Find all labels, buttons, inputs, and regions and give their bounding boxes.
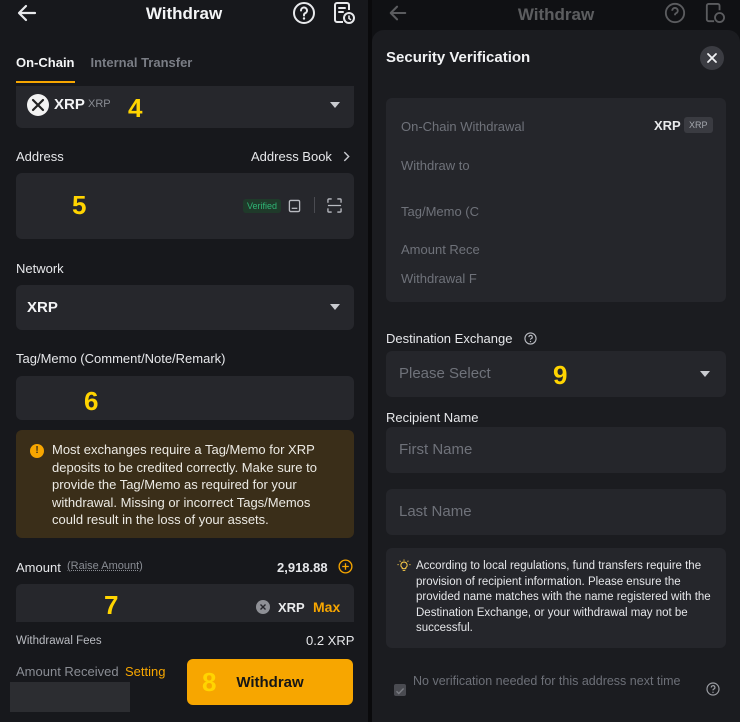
- marker-9: 9: [553, 360, 568, 390]
- marker-4: 4: [128, 93, 143, 123]
- marker-5: 5: [72, 190, 87, 220]
- history-record-icon[interactable]: [333, 1, 355, 25]
- withdrawal-fees-label: Withdrawal Fees: [16, 635, 102, 647]
- checkmark-icon: [396, 688, 405, 695]
- summary-coin: XRP: [654, 118, 681, 133]
- setting-link[interactable]: Setting: [125, 664, 165, 679]
- network-label: Network: [16, 261, 64, 276]
- network-selector[interactable]: XRP: [16, 285, 354, 330]
- withdraw-tabs: On-Chain Internal Transfer: [16, 55, 192, 83]
- scan-qr-icon[interactable]: [327, 198, 342, 213]
- chevron-down-icon: [330, 304, 340, 310]
- warning-text: Most exchanges require a Tag/Memo for XR…: [52, 442, 317, 527]
- tag-memo-input[interactable]: [16, 376, 354, 420]
- tag-memo-label: Tag/Memo (Comment/Note/Remark): [16, 351, 226, 366]
- no-verification-checkbox[interactable]: [394, 684, 406, 696]
- help-icon: [664, 2, 686, 24]
- marker-7: 7: [104, 590, 119, 620]
- tab-internal-transfer[interactable]: Internal Transfer: [91, 55, 193, 83]
- sheet-title: Security Verification: [386, 49, 531, 66]
- last-name-input[interactable]: Last Name: [386, 489, 726, 535]
- address-book-link[interactable]: Address Book: [251, 149, 332, 164]
- separator: [314, 197, 315, 213]
- tab-on-chain[interactable]: On-Chain: [16, 55, 75, 83]
- withdrawal-summary: On-Chain Withdrawal XRP XRP Withdraw to …: [386, 98, 726, 302]
- available-balance: 2,918.88: [277, 560, 328, 575]
- regulation-notice-text: According to local regulations, fund tra…: [416, 560, 711, 634]
- redacted-amount: [10, 682, 130, 712]
- lightbulb-icon: [397, 559, 411, 571]
- warning-icon: !: [30, 444, 44, 458]
- amount-unit: XRP: [278, 600, 305, 615]
- first-name-placeholder: First Name: [399, 441, 473, 458]
- xrp-logo-icon: [27, 94, 49, 116]
- help-icon[interactable]: [524, 332, 537, 345]
- address-book-icon[interactable]: [288, 199, 301, 213]
- recipient-name-label: Recipient Name: [386, 410, 479, 425]
- address-input[interactable]: Verified: [16, 173, 354, 239]
- verified-badge: Verified: [243, 199, 282, 213]
- security-verification-screen: Withdraw Security Verification On-Chain …: [372, 0, 740, 722]
- help-icon[interactable]: [706, 682, 720, 696]
- raise-amount-link[interactable]: (Raise Amount): [67, 560, 143, 572]
- dimmed-top-bar: Withdraw: [372, 0, 740, 30]
- coin-name: XRP: [88, 98, 111, 110]
- summary-row-withdraw-to: Withdraw to: [401, 158, 470, 173]
- history-record-icon: [705, 2, 725, 23]
- coin-symbol: XRP: [54, 96, 85, 113]
- marker-6: 6: [84, 386, 99, 416]
- amount-label: Amount: [16, 560, 61, 575]
- network-value: XRP: [27, 299, 58, 316]
- close-icon: [707, 53, 717, 63]
- last-name-placeholder: Last Name: [399, 503, 472, 520]
- top-bar: Withdraw: [0, 0, 368, 30]
- help-icon[interactable]: [292, 1, 316, 25]
- address-label: Address: [16, 149, 64, 164]
- verification-sheet: Security Verification On-Chain Withdrawa…: [372, 30, 740, 722]
- close-button[interactable]: [700, 46, 724, 70]
- amount-input[interactable]: XRP Max: [16, 584, 354, 622]
- summary-row-type: On-Chain Withdrawal: [401, 119, 525, 134]
- summary-row-withdrawal-fee: Withdrawal F: [401, 271, 477, 286]
- no-verification-label: No verification needed for this address …: [413, 674, 681, 688]
- first-name-input[interactable]: First Name: [386, 427, 726, 473]
- coin-selector[interactable]: XRP XRP: [16, 86, 354, 128]
- destination-exchange-label: Destination Exchange: [386, 331, 513, 346]
- max-button[interactable]: Max: [313, 599, 340, 615]
- regulation-notice: According to local regulations, fund tra…: [386, 548, 726, 648]
- summary-row-amount-received: Amount Rece: [401, 242, 480, 257]
- chevron-down-icon: [700, 371, 710, 377]
- chevron-right-icon: [343, 151, 350, 162]
- amount-received-label: Amount Received: [16, 664, 119, 679]
- summary-row-tag-memo: Tag/Memo (C: [401, 204, 480, 219]
- chevron-down-icon: [330, 102, 340, 108]
- summary-coin-tag: XRP: [684, 117, 713, 133]
- withdraw-button-label: Withdraw: [236, 673, 304, 691]
- tag-memo-warning: ! Most exchanges require a Tag/Memo for …: [16, 430, 354, 538]
- withdraw-screen: Withdraw On-Chain Internal Transfer XRP …: [0, 0, 368, 722]
- marker-8: 8: [202, 667, 217, 697]
- destination-placeholder: Please Select: [399, 365, 491, 382]
- plus-circle-icon[interactable]: [338, 559, 353, 574]
- clear-icon[interactable]: [256, 600, 270, 614]
- withdrawal-fees-value: 0.2 XRP: [306, 633, 355, 648]
